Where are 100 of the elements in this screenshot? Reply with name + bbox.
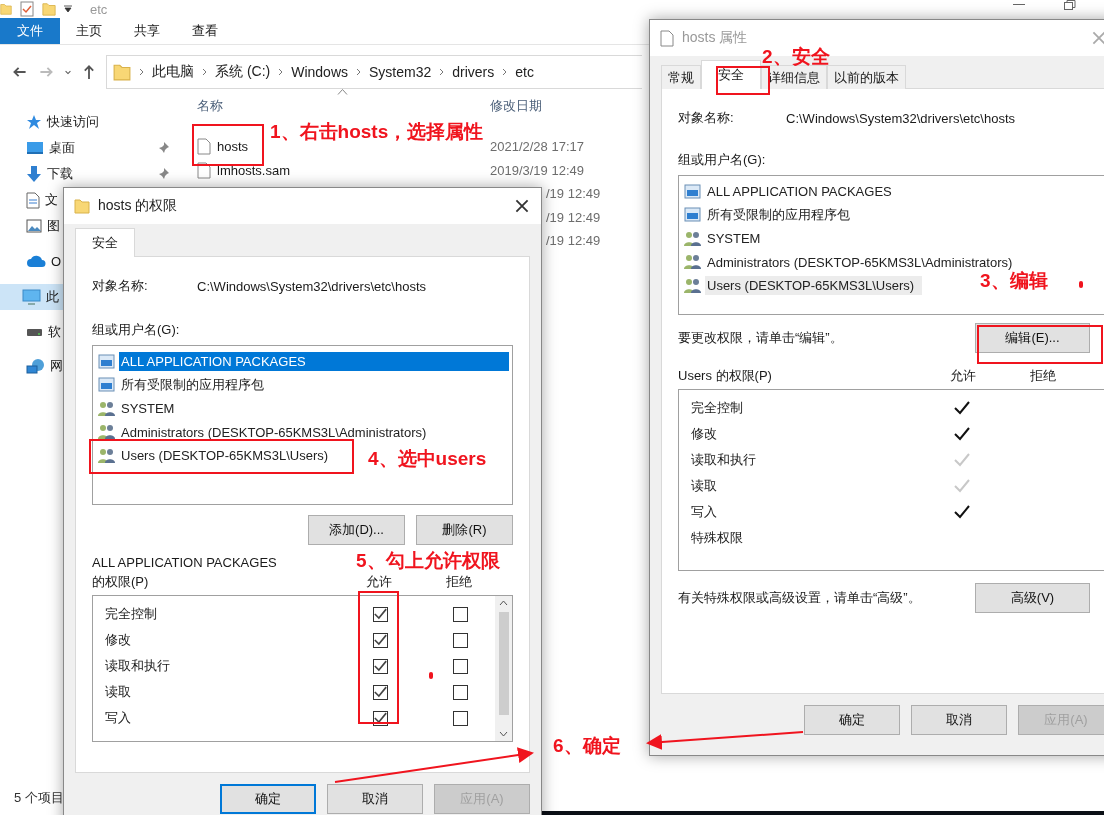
cloud-icon: [26, 254, 46, 268]
sidebar-item[interactable]: 桌面: [49, 139, 75, 157]
minimize-icon[interactable]: [1013, 4, 1025, 6]
allow-checkbox[interactable]: [372, 658, 388, 674]
sidebar-item[interactable]: 此: [46, 288, 59, 306]
ribbon-tab[interactable]: 主页: [60, 18, 118, 44]
scroll-down-icon[interactable]: [499, 731, 508, 737]
tab[interactable]: 安全: [75, 228, 135, 257]
package-icon: [684, 207, 702, 224]
back-icon[interactable]: [12, 65, 28, 79]
restore-icon[interactable]: [1064, 0, 1076, 10]
breadcrumb-item[interactable]: Windows: [291, 64, 348, 80]
tab[interactable]: 以前的版本: [827, 65, 906, 89]
group-list-item[interactable]: 所有受限制的应用程序包: [119, 374, 266, 397]
column-header: 拒绝: [1029, 367, 1057, 385]
properties-icon[interactable]: [20, 1, 34, 17]
dialog-button[interactable]: 确定: [220, 784, 316, 814]
group-list-item[interactable]: ALL APPLICATION PACKAGES: [119, 352, 509, 372]
annotation-text: 4、选中users: [368, 447, 487, 471]
group-list-item[interactable]: SYSTEM: [119, 399, 177, 419]
sidebar-item[interactable]: 文: [45, 191, 58, 209]
folder-icon: [0, 3, 12, 15]
folder-icon: [74, 198, 90, 214]
chevron-icon: [139, 68, 144, 76]
users-icon: [684, 230, 702, 247]
sidebar-item[interactable]: O: [51, 253, 62, 269]
dropdown-caret-icon[interactable]: [64, 5, 72, 13]
ribbon-tab[interactable]: 共享: [118, 18, 176, 44]
sidebar-item[interactable]: 快速访问: [47, 113, 99, 131]
group-list-item[interactable]: 所有受限制的应用程序包: [705, 204, 852, 227]
annotation-text: 3、编辑: [980, 269, 1048, 293]
group-list-item[interactable]: SYSTEM: [705, 229, 763, 249]
permission-name: 特殊权限: [691, 529, 744, 547]
file-name[interactable]: hosts: [217, 139, 249, 155]
sidebar-item[interactable]: 图: [47, 217, 60, 235]
sidebar-item[interactable]: 软: [48, 323, 61, 341]
file-icon: [660, 29, 674, 47]
scroll-up-icon[interactable]: [499, 600, 508, 606]
up-arrow-icon[interactable]: [82, 64, 96, 80]
group-list-item[interactable]: Users (DESKTOP-65KMS3L\Users): [705, 276, 923, 296]
network-icon: [26, 357, 45, 375]
users-icon: [684, 277, 702, 294]
sidebar-item[interactable]: 网: [50, 357, 63, 375]
column-header[interactable]: 名称: [197, 97, 490, 115]
advanced-button[interactable]: 高级(V): [975, 583, 1090, 613]
deny-checkbox[interactable]: [452, 684, 468, 700]
folder-icon: [42, 2, 56, 16]
window-title: etc: [90, 1, 108, 17]
users-icon: [98, 424, 116, 441]
breadcrumb-item[interactable]: etc: [515, 64, 534, 80]
column-header: 允许: [949, 367, 977, 385]
scrollbar[interactable]: [495, 596, 512, 741]
annotation-text: 6、确定: [553, 734, 621, 758]
address-bar[interactable]: 此电脑 系统 (C:) Windows System32 drivers etc: [106, 55, 642, 89]
group-list-item[interactable]: ALL APPLICATION PACKAGES: [705, 182, 894, 202]
chevron-icon: [502, 68, 508, 76]
permissions-heading: 的权限(P): [92, 573, 150, 591]
edit-button[interactable]: 编辑(E)...: [975, 323, 1090, 353]
sidebar-item[interactable]: 下载: [47, 165, 73, 183]
field-label: 对象名称:: [678, 109, 735, 127]
breadcrumb-item[interactable]: System32: [369, 64, 432, 80]
dialog-button[interactable]: 取消: [911, 705, 1007, 735]
tab[interactable]: 安全: [701, 60, 761, 89]
remove-button[interactable]: 删除(R): [416, 515, 513, 545]
group-list-item[interactable]: Administrators (DESKTOP-65KMS3L\Administrators): [705, 252, 1015, 272]
pin-icon[interactable]: [158, 142, 169, 153]
tab[interactable]: 常规: [661, 65, 701, 89]
star-icon: [26, 114, 42, 130]
deny-checkbox[interactable]: [452, 606, 468, 622]
pin-icon[interactable]: [158, 168, 169, 179]
breadcrumb-item[interactable]: 系统 (C:): [215, 63, 271, 81]
allow-checkbox[interactable]: [372, 684, 388, 700]
dialog-button[interactable]: 取消: [327, 784, 423, 814]
allow-checkbox[interactable]: [372, 606, 388, 622]
modified-date: 2021/2/28 17:17: [490, 139, 584, 155]
permission-name: 读取和执行: [691, 451, 757, 469]
allow-checkbox[interactable]: [372, 632, 388, 648]
column-header[interactable]: 修改日期: [490, 97, 610, 115]
file-name[interactable]: lmhosts.sam: [217, 162, 290, 178]
field-label: 组或用户名(G):: [678, 151, 766, 169]
group-list-item[interactable]: Administrators (DESKTOP-65KMS3L\Administrators): [119, 422, 429, 442]
chevron-icon: [356, 68, 361, 76]
history-caret-icon[interactable]: [64, 68, 72, 76]
ribbon-tab[interactable]: 查看: [176, 18, 234, 44]
permission-name: 写入: [105, 709, 132, 727]
add-button[interactable]: 添加(D)...: [308, 515, 405, 545]
dialog-button[interactable]: 确定: [804, 705, 900, 735]
status-text: 5 个项目: [14, 789, 64, 807]
deny-checkbox[interactable]: [452, 632, 468, 648]
breadcrumb-item[interactable]: 此电脑: [152, 63, 194, 81]
object-path: C:\Windows\System32\drivers\etc\hosts: [197, 278, 427, 294]
deny-checkbox[interactable]: [452, 658, 468, 674]
deny-checkbox[interactable]: [452, 710, 468, 726]
ribbon-tab[interactable]: 文件: [0, 18, 60, 44]
permission-name: 写入: [691, 503, 718, 521]
permission-name: 读取和执行: [105, 657, 171, 675]
breadcrumb-item[interactable]: drivers: [452, 64, 495, 80]
group-list-item[interactable]: Users (DESKTOP-65KMS3L\Users): [119, 446, 331, 466]
annotation-text: 1、右击hosts，选择属性: [270, 120, 484, 144]
close-icon[interactable]: [515, 199, 529, 213]
